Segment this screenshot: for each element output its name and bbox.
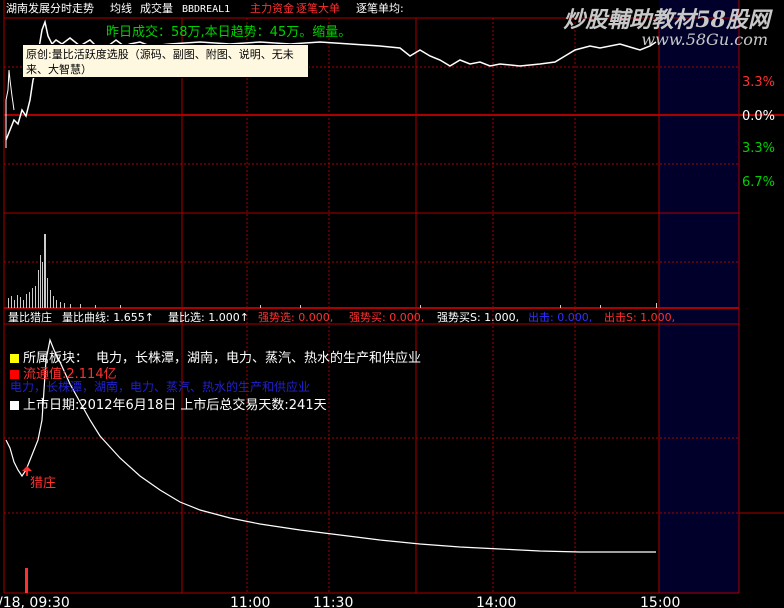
intraday-chart[interactable]: 3.3% 0.0% 3.3% 6.7% /18, 09:30 11:00 11:… [0,0,784,608]
time-label-open: /18, 09:30 [0,595,70,608]
chart-title: 湖南发展分时走势 [6,1,94,15]
volume-note: 昨日成交：58万,本日趋势：45万。缩量。 [106,24,351,40]
price-axis-label-1: 3.3% [742,75,775,90]
header-bar: 湖南发展分时走势 均线 成交量 BBDREAL1 主力资金 逐笔大单 逐笔单均: [6,1,404,15]
indicator-name: 量比猎庄 [8,310,52,324]
header-item-avg: 均线 [110,1,132,15]
indicator-strong-buy: 强势买: 0.000, [349,311,424,324]
after-hours-panel [659,0,739,593]
indicator-bar: 量比猎庄 量比曲线: 1.655↑ 量比选: 1.000↑ 强势选: 0.000… [8,310,675,324]
zhuang-marker-label: 猎庄 [30,475,56,491]
listing-text: 上市日期:2012年6月18日 上市后总交易天数:241天 [23,398,327,413]
header-item-bbd: BBDREAL1 [182,4,230,15]
indicator-attack-s: 出击S: 1.000, [604,310,675,324]
price-axis-label-3: 3.3% [742,141,775,156]
yellow-square-icon [10,354,19,363]
dup-sector-line: 电力，长株潭，湖南，电力、蒸汽、热水的生产和供应业 [10,378,310,395]
price-axis-label-2: 0.0% [742,109,775,124]
price-axis-label-4: 6.7% [742,175,775,190]
time-label-1100: 11:00 [230,595,270,608]
header-item-big-order: 逐笔大单 [296,1,340,15]
sector-value: 电力，长株潭，湖南，电力、蒸汽、热水的生产和供应业 [96,351,422,366]
time-label-1500: 15:00 [640,595,680,608]
price-axis: 3.3% 0.0% 3.3% 6.7% [742,75,775,190]
indicator-strong-select: 强势选: 0.000, [258,311,333,324]
indicator-curve: 量比曲线: 1.655↑ [62,310,154,324]
header-item-volume: 成交量 [140,1,173,15]
indicator-select: 量比选: 1.000↑ [168,311,249,324]
header-item-main-fund: 主力资金 [250,1,294,15]
indicator-attack: 出击: 0.000, [528,310,592,324]
indicator-strong-buy-s: 强势买S: 1.000, [437,311,519,324]
dup-sector-text: 电力，长株潭，湖南，电力、蒸汽、热水的生产和供应业 [10,380,311,394]
white-square-icon [10,401,19,410]
volume-bars [8,234,657,308]
header-item-avg-order: 逐笔单均: [356,1,404,15]
listing-line: 上市日期:2012年6月18日 上市后总交易天数:241天 [10,394,327,413]
formula-tooltip: 原创:量比活跃度选股（源码、副图、附图、说明、无未来、大智慧） [22,44,309,78]
time-label-1130: 11:30 [313,595,353,608]
time-label-1400: 14:00 [476,595,516,608]
watermark-url: www.58Gu.com [641,30,768,49]
time-axis: /18, 09:30 11:00 11:30 14:00 15:00 [0,595,680,608]
